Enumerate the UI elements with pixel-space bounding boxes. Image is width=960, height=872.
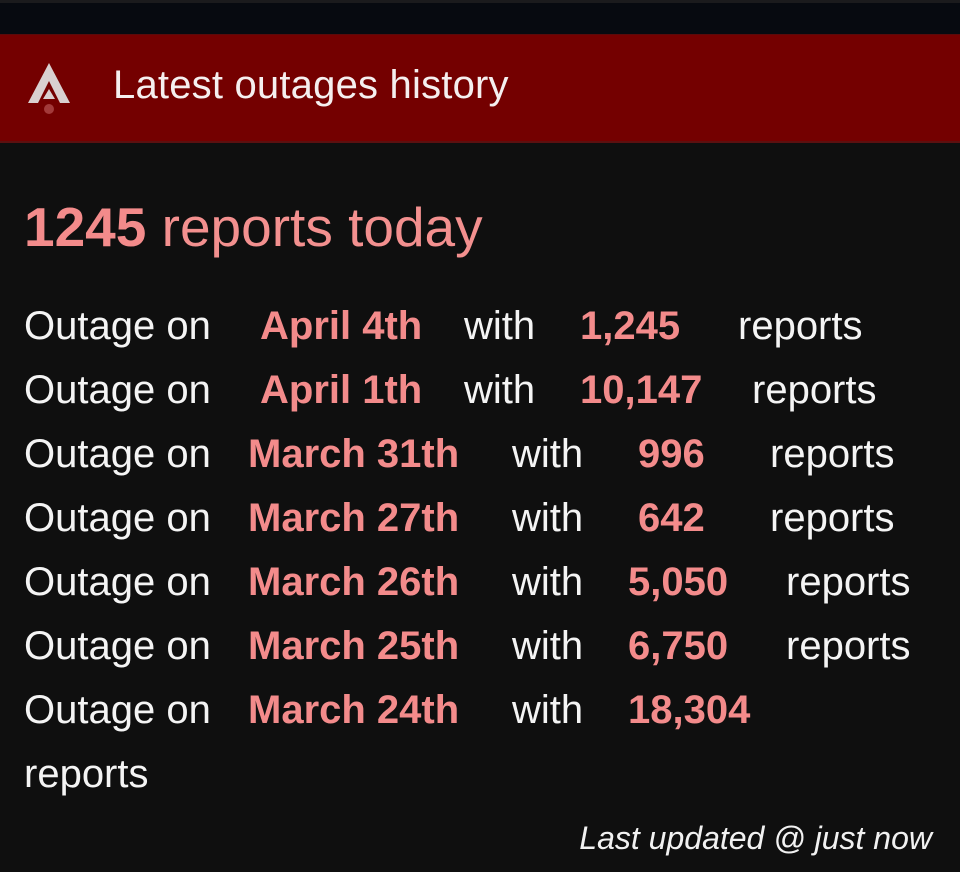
outage-suffix: reports xyxy=(770,432,895,476)
outage-count: 10,147 xyxy=(580,368,703,412)
outage-date: March 24th xyxy=(248,688,460,732)
outage-prefix: Outage on xyxy=(24,560,211,604)
header-bar: Latest outages history xyxy=(0,34,960,143)
outage-prefix: Outage on xyxy=(24,624,211,668)
outage-with: with xyxy=(512,560,584,604)
outage-with: with xyxy=(512,688,584,732)
reports-today-summary: 1245 reports today xyxy=(24,195,483,259)
outage-with: with xyxy=(512,432,584,476)
outage-prefix: Outage on xyxy=(24,688,211,732)
outage-count: 6,750 xyxy=(628,624,729,668)
outage-date: March 27th xyxy=(248,496,460,540)
outage-suffix: reports xyxy=(770,496,895,540)
outage-suffix: reports xyxy=(786,560,911,604)
outage-suffix: reports xyxy=(786,624,911,668)
outage-with: with xyxy=(464,368,536,412)
outage-row: Outage on March 27th with 642 reports xyxy=(0,486,960,550)
outage-date: April 1th xyxy=(260,368,423,412)
status-bar xyxy=(0,0,960,34)
outage-count: 1,245 xyxy=(580,304,681,348)
reports-today-count: 1245 xyxy=(24,196,147,258)
outage-row: Outage on March 25th with 6,750 reports xyxy=(0,614,960,678)
outage-suffix: reports xyxy=(752,368,877,412)
outage-with: with xyxy=(512,496,584,540)
outage-suffix: reports xyxy=(24,752,149,796)
header-title: Latest outages history xyxy=(113,63,509,107)
outage-row: Outage on April 1th with 10,147 reports xyxy=(0,358,960,422)
outage-prefix: Outage on xyxy=(24,304,211,348)
last-updated-text: Last updated @ just now xyxy=(579,820,932,856)
outage-row: Outage on March 24th with 18,304 xyxy=(0,678,960,742)
outage-suffix: reports xyxy=(738,304,863,348)
apex-legends-logo-icon xyxy=(28,63,70,114)
outage-count: 642 xyxy=(638,496,705,540)
outage-count: 5,050 xyxy=(628,560,729,604)
outage-with: with xyxy=(464,304,536,348)
outage-row-wrap: reports xyxy=(0,742,960,806)
outage-date: March 25th xyxy=(248,624,460,668)
outage-date: April 4th xyxy=(260,304,423,348)
outage-prefix: Outage on xyxy=(24,368,211,412)
reports-today-label: reports today xyxy=(161,196,483,258)
outage-row: Outage on March 26th with 5,050 reports xyxy=(0,550,960,614)
outage-count: 996 xyxy=(638,432,705,476)
outage-prefix: Outage on xyxy=(24,496,211,540)
outage-row: Outage on March 31th with 996 reports xyxy=(0,422,960,486)
outage-prefix: Outage on xyxy=(24,432,211,476)
outage-count: 18,304 xyxy=(628,688,751,732)
outage-date: March 31th xyxy=(248,432,460,476)
outage-row: Outage on April 4th with 1,245 reports xyxy=(0,294,960,358)
outage-date: March 26th xyxy=(248,560,460,604)
outage-with: with xyxy=(512,624,584,668)
